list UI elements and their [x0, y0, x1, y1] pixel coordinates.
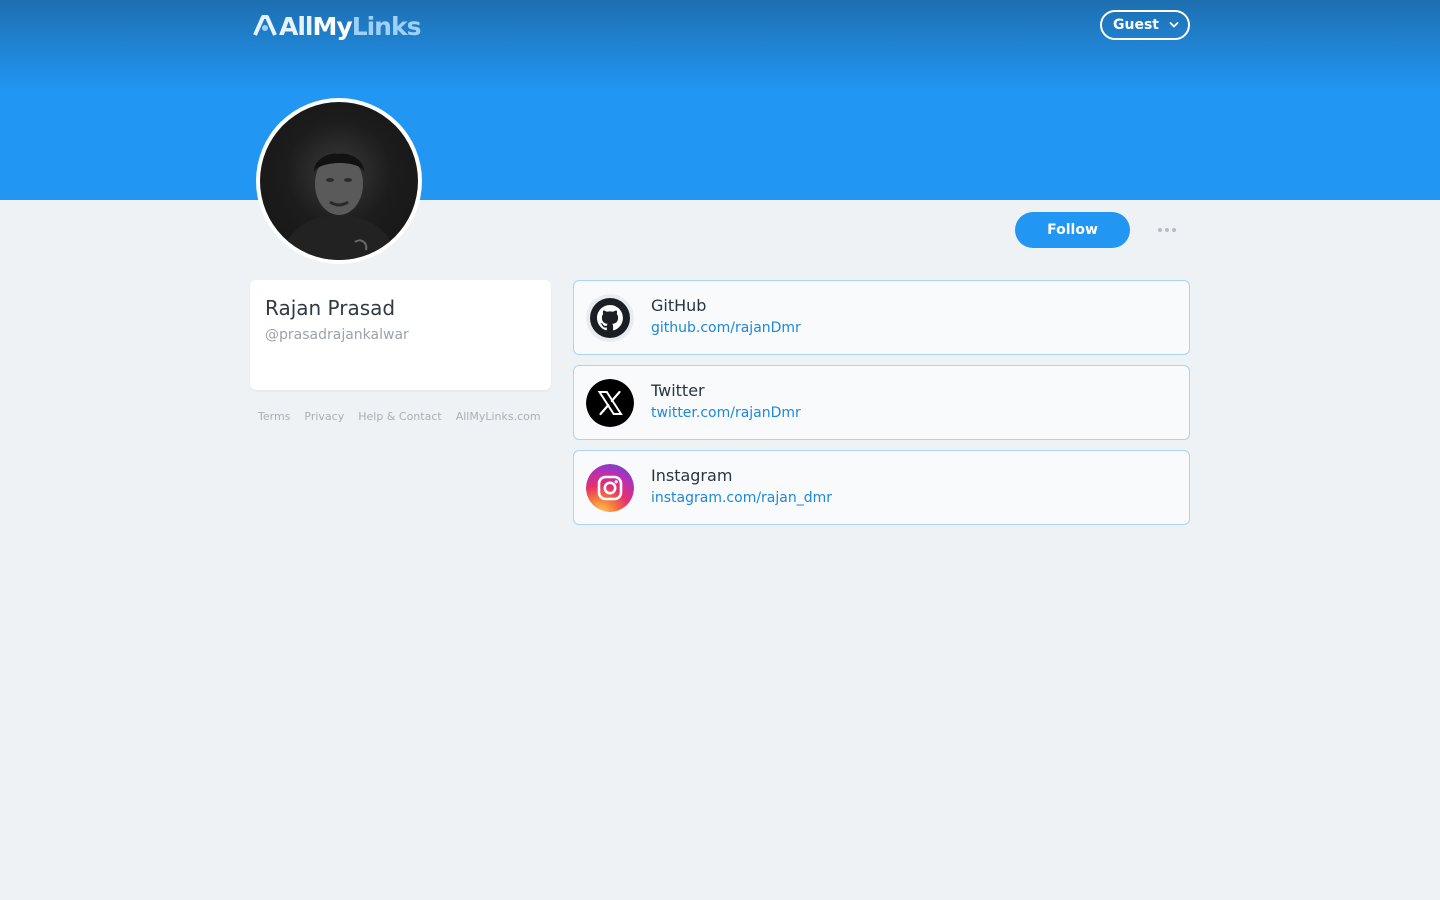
- link-title: GitHub: [651, 296, 707, 315]
- more-dot: [1165, 228, 1169, 232]
- link-url: instagram.com/rajan_dmr: [651, 490, 833, 506]
- link-url: github.com/rajanDmr: [651, 320, 801, 336]
- avatar-portrait: [280, 153, 398, 260]
- logo-text-links: Links: [351, 11, 422, 41]
- logo-text-my: My: [312, 11, 353, 41]
- instagram-icon: [586, 464, 634, 512]
- profile-card: Rajan Prasad @prasadrajankalwar: [250, 280, 551, 390]
- more-options-icon[interactable]: [1150, 220, 1184, 240]
- profile-handle: @prasadrajankalwar: [265, 327, 409, 343]
- guest-menu-label: Guest: [1113, 17, 1159, 33]
- logo-text-all: All: [279, 11, 313, 41]
- link-title: Twitter: [651, 381, 705, 400]
- more-dot: [1172, 228, 1176, 232]
- footer-link-privacy[interactable]: Privacy: [304, 410, 344, 423]
- chevron-down-icon: [1169, 22, 1179, 28]
- avatar: [256, 98, 422, 264]
- footer-link-terms[interactable]: Terms: [258, 410, 290, 423]
- footer-links: Terms Privacy Help & Contact AllMyLinks.…: [258, 410, 541, 423]
- link-title: Instagram: [651, 466, 733, 485]
- footer-link-allmylinks[interactable]: AllMyLinks.com: [456, 410, 541, 423]
- guest-menu-button[interactable]: Guest: [1100, 10, 1190, 40]
- footer-link-help-contact[interactable]: Help & Contact: [358, 410, 441, 423]
- avatar-photo: [260, 102, 418, 260]
- link-card-instagram[interactable]: Instagram instagram.com/rajan_dmr: [573, 450, 1190, 525]
- github-icon: [586, 294, 634, 342]
- profile-name: Rajan Prasad: [265, 296, 396, 320]
- allmylinks-logo[interactable]: AllMyLinks: [252, 10, 421, 42]
- x-icon: [586, 379, 634, 427]
- profile-banner: [0, 0, 1440, 200]
- more-dot: [1158, 228, 1162, 232]
- link-card-github[interactable]: GitHub github.com/rajanDmr: [573, 280, 1190, 355]
- link-url: twitter.com/rajanDmr: [651, 405, 801, 421]
- link-card-twitter[interactable]: Twitter twitter.com/rajanDmr: [573, 365, 1190, 440]
- links-list: GitHub github.com/rajanDmr Twitter twitt…: [573, 280, 1190, 535]
- follow-button[interactable]: Follow: [1015, 212, 1130, 248]
- logo-text: AllMyLinks: [279, 12, 421, 41]
- logo-icon: [253, 15, 277, 36]
